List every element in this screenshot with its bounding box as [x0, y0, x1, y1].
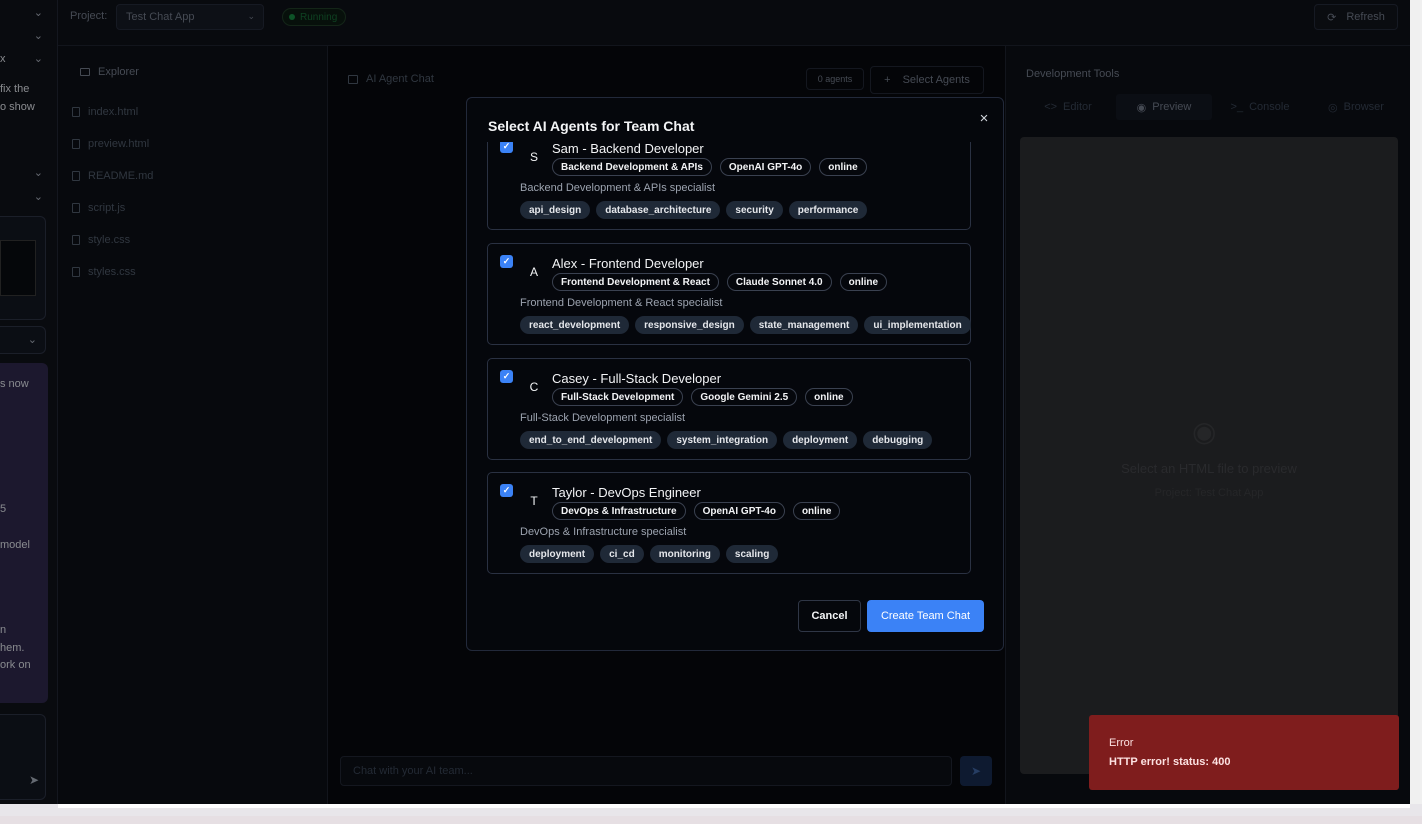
skill-tag: ui_implementation	[864, 316, 971, 334]
model-badge: OpenAI GPT-4o	[719, 158, 812, 176]
skill-tag: deployment	[783, 431, 858, 449]
avatar: A	[529, 265, 538, 279]
select-agents-modal: Select AI Agents for Team Chat × ✓ S Sam…	[466, 97, 1004, 651]
specialty-badge: DevOps & Infrastructure	[552, 502, 686, 520]
cancel-button[interactable]: Cancel	[798, 600, 861, 632]
agent-checkbox[interactable]: ✓	[500, 370, 513, 383]
skill-tag: react_development	[520, 316, 630, 334]
avatar: C	[529, 380, 539, 394]
agent-name: Alex - Frontend Developer	[552, 256, 704, 271]
agent-description: Frontend Development & React specialist	[520, 297, 723, 309]
avatar: S	[529, 150, 538, 164]
skill-tag: responsive_design	[635, 316, 744, 334]
status-badge: online	[819, 158, 867, 176]
error-toast[interactable]: Error HTTP error! status: 400	[1089, 715, 1399, 790]
agent-description: Backend Development & APIs specialist	[520, 182, 716, 194]
model-badge: Claude Sonnet 4.0	[726, 273, 832, 291]
toast-message: HTTP error! status: 400	[1109, 756, 1231, 768]
taskbar	[0, 816, 1422, 824]
skill-tag: monitoring	[649, 545, 720, 563]
specialty-badge: Backend Development & APIs	[552, 158, 712, 176]
agent-name: Sam - Backend Developer	[552, 142, 704, 156]
skill-tag: database_architecture	[596, 201, 721, 219]
agent-card[interactable]: ✓ T Taylor - DevOps Engineer DevOps & In…	[487, 472, 971, 574]
model-badge: Google Gemini 2.5	[691, 388, 798, 406]
skill-tag: end_to_end_development	[520, 431, 662, 449]
agent-checkbox[interactable]: ✓	[500, 142, 513, 153]
status-badge: online	[792, 502, 841, 520]
agent-description: Full-Stack Development specialist	[520, 412, 686, 424]
skill-tag: scaling	[725, 545, 779, 563]
agent-card[interactable]: ✓ A Alex - Frontend Developer Frontend D…	[487, 243, 971, 345]
agent-name: Casey - Full-Stack Developer	[552, 371, 722, 386]
skill-tag: deployment	[520, 545, 595, 563]
create-team-chat-button[interactable]: Create Team Chat	[867, 600, 984, 632]
skill-tag: performance	[788, 201, 868, 219]
skill-tag: security	[726, 201, 783, 219]
skill-tag: system_integration	[667, 431, 778, 449]
model-badge: OpenAI GPT-4o	[693, 502, 785, 520]
status-badge: online	[805, 388, 853, 406]
avatar: T	[530, 494, 538, 508]
agent-name: Taylor - DevOps Engineer	[552, 485, 701, 500]
skill-tag: debugging	[863, 431, 933, 449]
agent-description: DevOps & Infrastructure specialist	[520, 526, 687, 538]
modal-title: Select AI Agents for Team Chat	[488, 118, 695, 134]
agent-list[interactable]: ✓ S Sam - Backend Developer Backend Deve…	[467, 142, 1003, 574]
window-bottom-border	[58, 804, 1410, 808]
window-edge	[1410, 0, 1422, 824]
agent-checkbox[interactable]: ✓	[500, 484, 513, 497]
agent-card[interactable]: ✓ C Casey - Full-Stack Developer Full-St…	[487, 358, 971, 460]
status-badge: online	[839, 273, 888, 291]
skill-tag: ci_cd	[600, 545, 644, 563]
toast-title: Error	[1109, 737, 1134, 749]
specialty-badge: Frontend Development & React	[552, 273, 719, 291]
skill-tag: state_management	[749, 316, 859, 334]
specialty-badge: Full-Stack Development	[552, 388, 684, 406]
skill-tag: api_design	[520, 201, 591, 219]
agent-checkbox[interactable]: ✓	[500, 255, 513, 268]
close-icon[interactable]: ×	[974, 110, 994, 127]
agent-card[interactable]: ✓ S Sam - Backend Developer Backend Deve…	[487, 142, 971, 230]
